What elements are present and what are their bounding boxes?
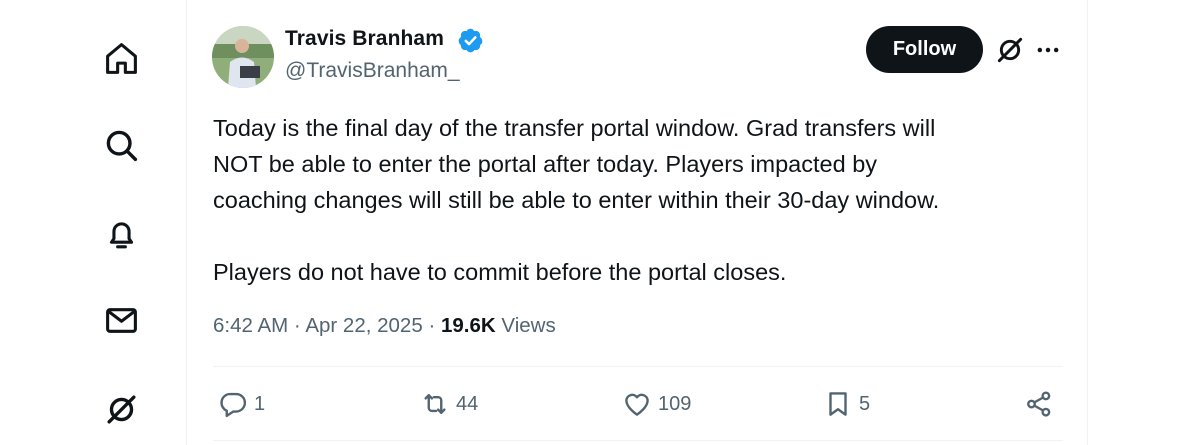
grok-icon[interactable] [994,34,1026,66]
notifications-icon[interactable] [101,214,141,254]
bookmark-count: 5 [859,392,871,415]
share-icon [1027,391,1051,417]
tweet-date[interactable]: Apr 22, 2025 [305,314,422,337]
repost-count: 44 [456,392,479,415]
tweet-paragraph: Today is the final day of the transfer p… [213,115,940,213]
tweet-text: Today is the final day of the transfer p… [213,110,1073,290]
grok-icon[interactable] [101,389,141,429]
tweet-time[interactable]: 6:42 AM [213,314,288,337]
author-name[interactable]: Travis Branham [285,27,444,51]
meta-separator: · [428,314,436,337]
bookmark-button[interactable]: 5 [823,388,870,420]
bookmark-icon [829,392,847,416]
follow-button[interactable]: Follow [866,26,983,73]
tweet-paragraph: Players do not have to commit before the… [213,259,787,285]
like-button[interactable]: 109 [622,388,691,420]
home-icon[interactable] [101,38,141,78]
repost-icon [424,394,446,414]
author-handle[interactable]: @TravisBranham_ [285,59,460,83]
repost-button[interactable]: 44 [420,388,478,420]
verified-badge-icon [457,27,484,54]
divider [213,366,1063,367]
reply-count: 1 [254,392,266,415]
more-options-icon[interactable] [1034,36,1062,64]
divider [213,440,1063,441]
views-count: 19.6K [440,314,496,337]
heart-icon [625,393,649,416]
like-count: 109 [658,392,692,415]
messages-icon[interactable] [101,300,141,340]
tweet-meta: 6:42 AM · Apr 22, 2025 · 19.6K Views [213,314,556,338]
avatar[interactable] [212,26,274,88]
views-label: Views [501,314,556,337]
reply-button[interactable]: 1 [218,388,265,420]
left-nav [0,0,186,445]
share-button[interactable] [1024,388,1060,420]
meta-separator: · [293,314,301,337]
column-divider-left [186,0,187,445]
explore-icon[interactable] [101,125,141,165]
reply-icon [220,392,247,418]
column-divider-right [1087,0,1088,445]
